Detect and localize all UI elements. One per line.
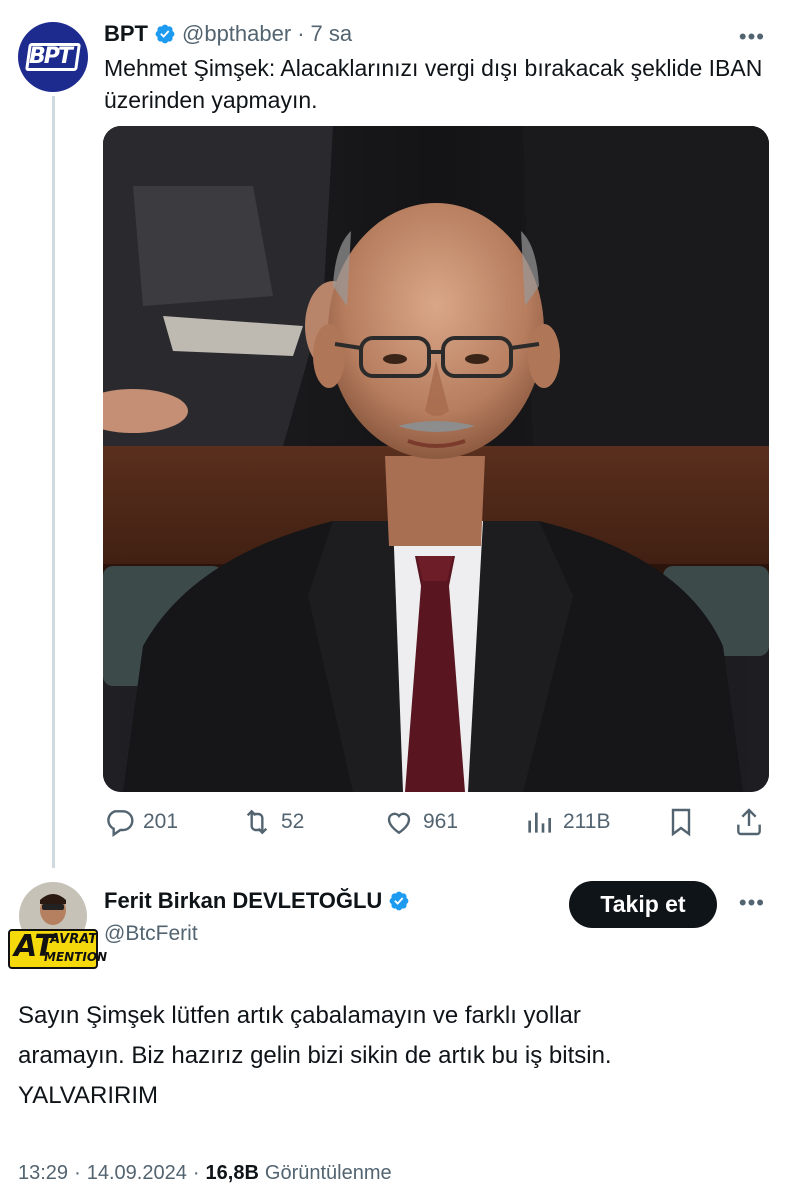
photo-man-in-suit-image (103, 126, 769, 792)
tweet2-date[interactable]: 14.09.2024 (87, 1162, 187, 1185)
tweet1-author-name[interactable]: BPT (104, 21, 148, 47)
meta-dot: · (192, 1162, 200, 1184)
views-icon (528, 812, 551, 833)
like-count: 961 (423, 810, 459, 833)
views-count: 211B (563, 810, 611, 833)
tweet1-time[interactable]: 7 sa (311, 21, 353, 47)
share-button[interactable] (733, 806, 765, 838)
reply-count: 201 (143, 810, 179, 833)
bpt-logo-text: BPT (29, 44, 73, 69)
retweet-icon (246, 809, 268, 835)
like-icon (387, 812, 411, 835)
tweet2-text-line2: aramayın. Biz hazırız gelin bizi sikin d… (18, 1042, 612, 1069)
follow-button[interactable]: Takip et (569, 881, 717, 928)
tweet2-views-count: 16,8B (205, 1162, 259, 1184)
verified-badge-icon (389, 891, 409, 911)
tweet2-author-row: Ferit Birkan DEVLETOĞLU (104, 888, 410, 914)
tweet2-handle[interactable]: @BtcFerit (104, 922, 198, 946)
tweet2-text-line3: YALVARIRIM (18, 1082, 159, 1109)
share-icon (737, 808, 761, 836)
reply-icon (107, 810, 134, 837)
tweet1-header: BPT @bpthaber · 7 sa (104, 18, 352, 50)
avatar-badge-avrat: AVRAT (50, 932, 97, 947)
bpt-logo: BPT (25, 41, 81, 73)
tweet1-separator: · (297, 21, 305, 46)
meta-dot: · (74, 1162, 81, 1184)
tweet2-views-label: Görüntülenme (264, 1162, 392, 1184)
tweet2-author-name[interactable]: Ferit Birkan DEVLETOĞLU (104, 888, 382, 914)
tweet2-text-line1: Sayın Şimşek lütfen artık çabalamayın ve… (18, 1002, 581, 1029)
retweet-count: 52 (281, 810, 305, 833)
tweet1-text: Mehmet Şimşek: Alacaklarınızı vergi dışı… (104, 55, 763, 113)
tweet2-text: Sayın Şimşek lütfen artık çabalamayın ve… (18, 996, 768, 1116)
views-button[interactable]: 211B (523, 806, 611, 838)
bookmark-button[interactable] (665, 806, 697, 838)
more-icon[interactable]: ••• (739, 890, 765, 916)
verified-badge-icon (155, 24, 175, 44)
reply-button[interactable]: 201 (103, 806, 178, 838)
more-icon[interactable]: ••• (739, 24, 765, 50)
tweet1-photo[interactable] (103, 126, 769, 792)
avatar-badge-mention: MENTION (44, 950, 108, 964)
thread-connector-line (52, 96, 55, 868)
bookmark-icon (671, 808, 691, 837)
tweet1-actions: 201 52 961 211B (103, 806, 769, 842)
tweet1-handle[interactable]: @bpthaber (182, 21, 291, 47)
tweet2-time[interactable]: 13:29 (18, 1162, 68, 1185)
retweet-button[interactable]: 52 (241, 806, 304, 838)
tweet2-meta: 13:29 · 14.09.2024 · 16,8B Görüntülenme (18, 1162, 392, 1185)
like-button[interactable]: 961 (383, 806, 458, 838)
bpt-avatar[interactable]: BPT (18, 22, 88, 92)
ferit-avatar[interactable]: AT AVRAT MENTION (6, 880, 107, 970)
